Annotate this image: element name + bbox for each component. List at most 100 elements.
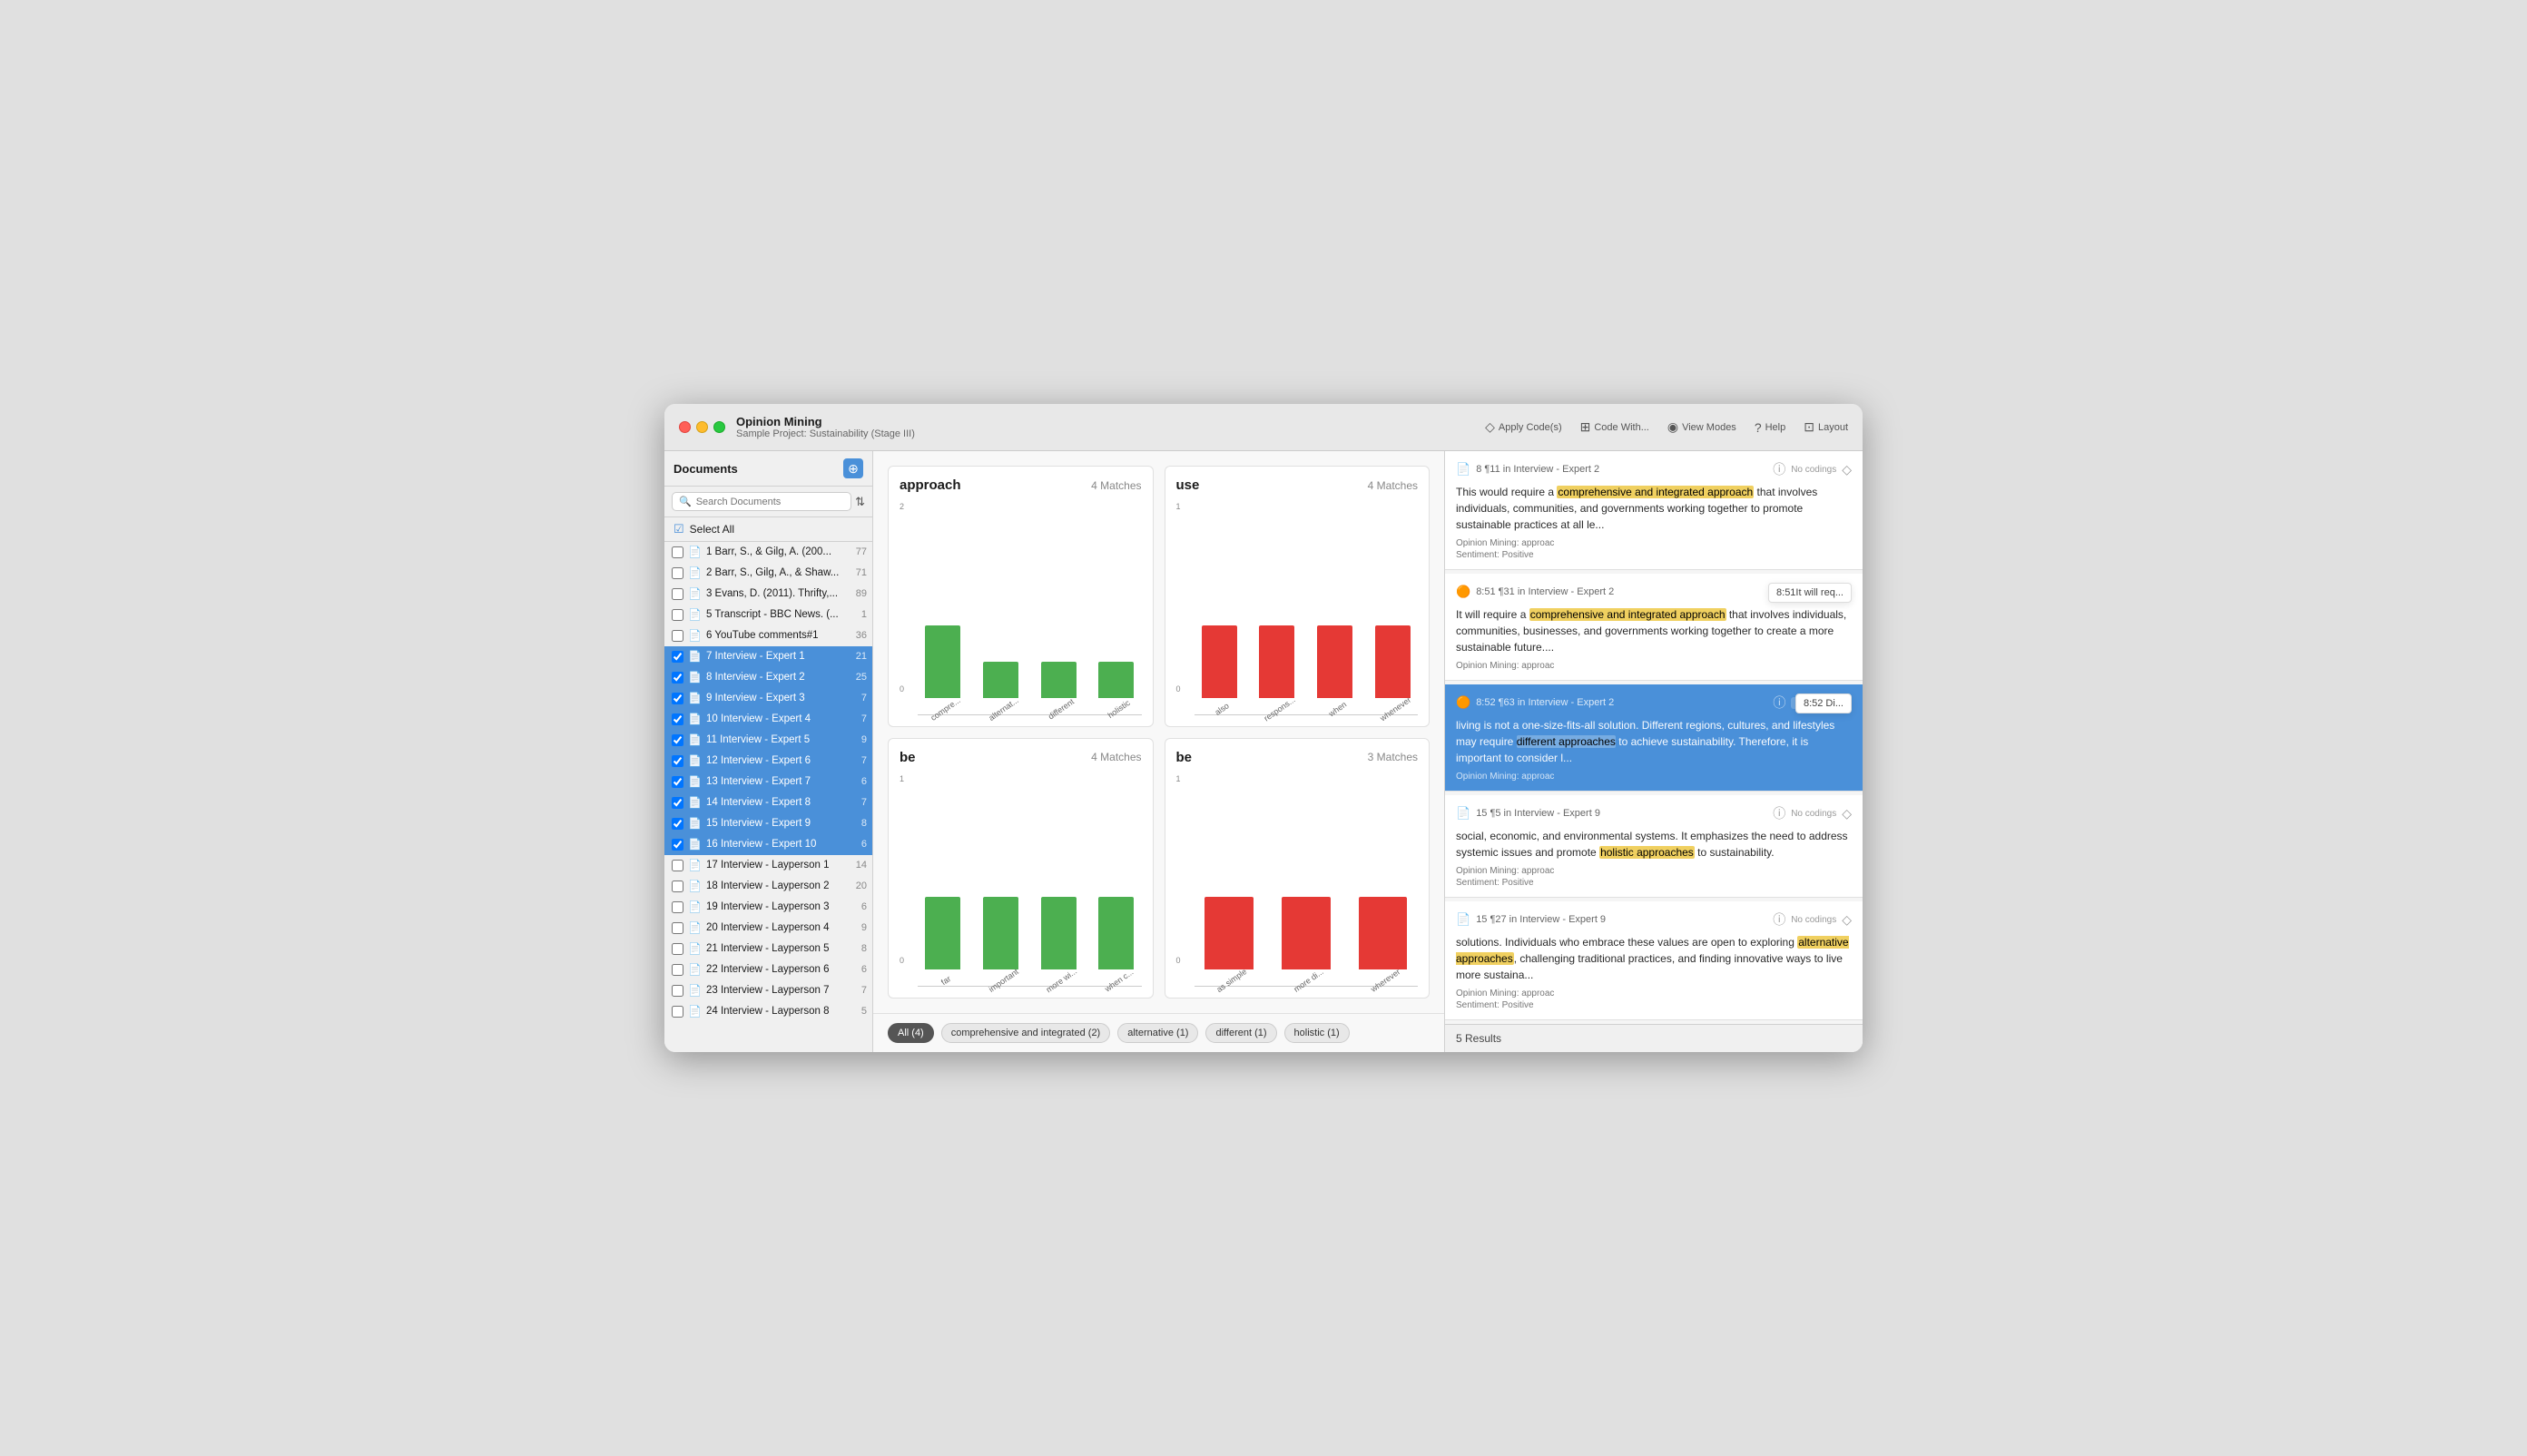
bar [1202, 625, 1237, 698]
doc-item[interactable]: 📄 10 Interview - Expert 4 7 [664, 709, 872, 730]
no-coding-label: No codings [1791, 809, 1836, 819]
doc-item[interactable]: 📄 14 Interview - Expert 8 7 [664, 792, 872, 813]
result-info-button[interactable]: ⓘ [1773, 460, 1785, 478]
doc-item[interactable]: 📄 13 Interview - Expert 7 6 [664, 772, 872, 792]
chart-card: be 4 Matches 1 0 far important [888, 738, 1154, 999]
code-with-button[interactable]: ⊞ Code With... [1580, 419, 1649, 435]
bars-row: 1 0 as simple more di... [1176, 774, 1419, 987]
doc-item[interactable]: 📄 9 Interview - Expert 3 7 [664, 688, 872, 709]
doc-checkbox[interactable] [672, 609, 683, 621]
doc-checkbox[interactable] [672, 964, 683, 976]
doc-item[interactable]: 📄 17 Interview - Layperson 1 14 [664, 855, 872, 876]
doc-file-icon: 📄 [688, 608, 702, 621]
close-button[interactable] [679, 421, 691, 433]
view-modes-label: View Modes [1682, 422, 1736, 433]
result-content: 📄 15 ¶5 in Interview - Expert 9 ⓘ No cod… [1456, 804, 1852, 888]
doc-checkbox[interactable] [672, 943, 683, 955]
doc-item[interactable]: 📄 23 Interview - Layperson 7 7 [664, 980, 872, 1001]
doc-item[interactable]: 📄 20 Interview - Layperson 4 9 [664, 918, 872, 939]
sidebar-filter-button[interactable]: ⊕ [843, 458, 863, 478]
code-tags: Opinion Mining: approac [1456, 772, 1852, 782]
bar-label: wherever [1369, 967, 1401, 993]
result-ref: 8:51 ¶31 in Interview - Expert 2 [1476, 586, 1767, 597]
result-header: 📄 8 ¶11 in Interview - Expert 2 ⓘ No cod… [1456, 460, 1852, 478]
result-item: 🟠 8:52 ¶63 in Interview - Expert 2 ⓘ 1 c… [1445, 684, 1863, 792]
doc-item[interactable]: 📄 21 Interview - Layperson 5 8 [664, 939, 872, 959]
doc-item[interactable]: 📄 6 YouTube comments#1 36 [664, 625, 872, 646]
bar-group: respons... [1252, 625, 1303, 714]
doc-item[interactable]: 📄 11 Interview - Expert 5 9 [664, 730, 872, 751]
doc-checkbox[interactable] [672, 672, 683, 684]
view-modes-button[interactable]: ◉ View Modes [1667, 419, 1736, 435]
doc-checkbox[interactable] [672, 860, 683, 871]
doc-checkbox[interactable] [672, 630, 683, 642]
doc-item[interactable]: 📄 16 Interview - Expert 10 6 [664, 834, 872, 855]
minimize-button[interactable] [696, 421, 708, 433]
doc-checkbox[interactable] [672, 818, 683, 830]
filter-chip[interactable]: holistic (1) [1284, 1023, 1350, 1043]
doc-checkbox[interactable] [672, 734, 683, 746]
bars-row: 2 0 compre... alternat... [900, 502, 1142, 714]
doc-checkbox[interactable] [672, 901, 683, 913]
result-bookmark-button[interactable]: ◇ [1842, 806, 1852, 821]
filter-chip[interactable]: alternative (1) [1117, 1023, 1198, 1043]
bar-container [918, 625, 969, 698]
doc-count: 6 [861, 964, 867, 975]
doc-checkbox[interactable] [672, 567, 683, 579]
result-info-button[interactable]: ⓘ [1773, 910, 1785, 929]
sort-button[interactable]: ⇅ [855, 495, 865, 509]
maximize-button[interactable] [713, 421, 725, 433]
filter-chip[interactable]: comprehensive and integrated (2) [941, 1023, 1110, 1043]
doc-item[interactable]: 📄 1 Barr, S., & Gilg, A. (200... 77 [664, 542, 872, 563]
code-tags: Opinion Mining: approacSentiment: Positi… [1456, 538, 1852, 560]
doc-item[interactable]: 📄 5 Transcript - BBC News. (... 1 [664, 605, 872, 625]
doc-checkbox[interactable] [672, 922, 683, 934]
doc-count: 6 [861, 901, 867, 912]
doc-checkbox[interactable] [672, 546, 683, 558]
result-bookmark-button[interactable]: ◇ [1842, 462, 1852, 477]
search-input[interactable] [696, 497, 844, 507]
doc-checkbox[interactable] [672, 880, 683, 892]
select-all-row[interactable]: ☑ Select All [664, 517, 872, 542]
bar-label: respons... [1263, 694, 1297, 723]
result-bookmark-button[interactable]: ◇ [1842, 912, 1852, 928]
doc-checkbox[interactable] [672, 755, 683, 767]
doc-item[interactable]: 📄 2 Barr, S., Gilg, A., & Shaw... 71 [664, 563, 872, 584]
doc-name: 2 Barr, S., Gilg, A., & Shaw... [706, 567, 851, 578]
result-info-button[interactable]: ⓘ [1773, 694, 1785, 712]
search-box: 🔍 [672, 492, 851, 511]
doc-item[interactable]: 📄 7 Interview - Expert 1 21 [664, 646, 872, 667]
doc-checkbox[interactable] [672, 693, 683, 704]
doc-checkbox[interactable] [672, 1006, 683, 1018]
bar-label: compre... [929, 695, 961, 723]
chart-card: use 4 Matches 1 0 also respons [1165, 466, 1431, 727]
doc-checkbox[interactable] [672, 797, 683, 809]
doc-checkbox[interactable] [672, 985, 683, 997]
doc-item[interactable]: 📄 22 Interview - Layperson 6 6 [664, 959, 872, 980]
doc-checkbox[interactable] [672, 776, 683, 788]
doc-checkbox[interactable] [672, 651, 683, 663]
filter-chip[interactable]: different (1) [1205, 1023, 1276, 1043]
doc-item[interactable]: 📄 18 Interview - Layperson 2 20 [664, 876, 872, 897]
doc-checkbox[interactable] [672, 713, 683, 725]
doc-item[interactable]: 📄 19 Interview - Layperson 3 6 [664, 897, 872, 918]
doc-item[interactable]: 📄 15 Interview - Expert 9 8 [664, 813, 872, 834]
doc-item[interactable]: 📄 12 Interview - Expert 6 7 [664, 751, 872, 772]
filter-chip[interactable]: All (4) [888, 1023, 934, 1043]
help-button[interactable]: ? Help [1755, 420, 1785, 435]
doc-item[interactable]: 📄 24 Interview - Layperson 8 5 [664, 1001, 872, 1022]
y-max: 1 [1176, 502, 1181, 511]
doc-item[interactable]: 📄 3 Evans, D. (2011). Thrifty,... 89 [664, 584, 872, 605]
result-inner: 🟠 8:51 ¶31 in Interview - Expert 2 ⓘ 1 c… [1456, 583, 1852, 671]
doc-checkbox[interactable] [672, 588, 683, 600]
bar-container [1033, 625, 1084, 698]
doc-checkbox[interactable] [672, 839, 683, 851]
charts-area: approach 4 Matches 2 0 compre... [873, 451, 1444, 1013]
highlight-mark: comprehensive and integrated approach [1529, 608, 1726, 621]
layout-button[interactable]: ⊡ Layout [1804, 419, 1848, 435]
doc-item[interactable]: 📄 8 Interview - Expert 2 25 [664, 667, 872, 688]
result-info-button[interactable]: ⓘ [1773, 804, 1785, 822]
bar-group: whenever [1367, 625, 1418, 714]
doc-name: 13 Interview - Expert 7 [706, 776, 857, 787]
apply-codes-button[interactable]: ◇ Apply Code(s) [1485, 419, 1561, 435]
